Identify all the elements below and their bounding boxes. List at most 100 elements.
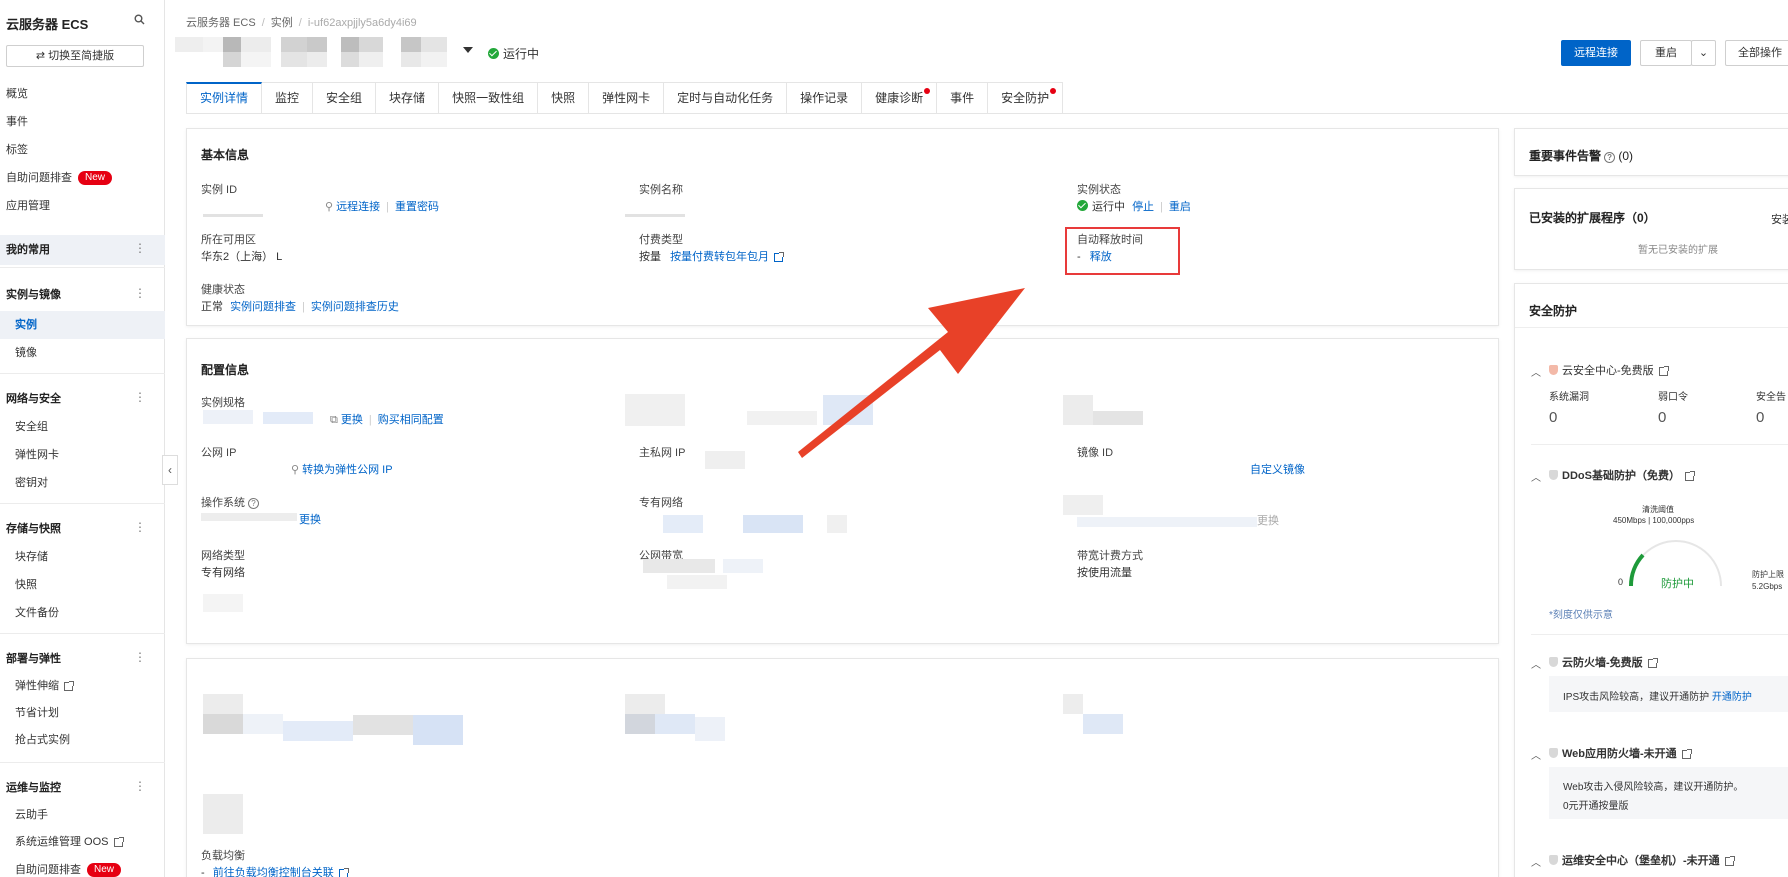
vpc-change-link[interactable]: 更换: [1257, 512, 1279, 528]
sidebar-item-savings-plan[interactable]: 节省计划: [15, 704, 59, 722]
chevron-up-icon[interactable]: ︿: [1531, 364, 1541, 379]
sc-col-weak-pwd: 弱口令: [1658, 392, 1688, 403]
stop-link[interactable]: 停止: [1132, 201, 1154, 213]
sidebar-item-cloud-assistant[interactable]: 云助手: [15, 806, 48, 824]
tab-security-protection[interactable]: 安全防护: [988, 82, 1064, 114]
sidebar-item-events[interactable]: 事件: [6, 113, 28, 131]
waf-message: Web攻击入侵风险较高，建议开通防护。: [1563, 782, 1744, 793]
tab-operation-log[interactable]: 操作记录: [787, 82, 863, 114]
sidebar-item-eni[interactable]: 弹性网卡: [15, 446, 59, 464]
help-icon[interactable]: ?: [1604, 152, 1616, 163]
sidebar: 云服务器 ECS ⇄ 切换至简捷版 概览 事件 标签 自助问题排查 New 应用管…: [0, 0, 165, 877]
search-icon[interactable]: [134, 14, 146, 26]
os-change-link[interactable]: 更换: [299, 514, 321, 526]
tab-snapshot[interactable]: 快照: [538, 82, 590, 114]
more-info-card: 负载均衡 - 前往负载均衡控制台关联: [186, 658, 1499, 877]
breadcrumb-instances[interactable]: 实例: [271, 17, 293, 29]
sidebar-item-image[interactable]: 镜像: [15, 344, 37, 362]
more-icon[interactable]: ⋮: [134, 241, 146, 255]
bastion-title: 运维安全中心（堡垒机）-未开通: [1562, 855, 1720, 867]
collapse-sidebar-button[interactable]: ‹: [162, 455, 178, 485]
sidebar-item-self-troubleshoot-2[interactable]: 自助问题排查 New: [15, 861, 122, 877]
tab-monitor[interactable]: 监控: [262, 82, 314, 114]
more-dropdown-button[interactable]: ⌄: [1691, 40, 1716, 66]
notification-dot: [924, 88, 931, 94]
external-link-icon[interactable]: [1724, 855, 1735, 866]
chevron-up-icon[interactable]: ︿: [1531, 656, 1541, 671]
more-icon[interactable]: ⋮: [134, 650, 146, 664]
tab-eni[interactable]: 弹性网卡: [589, 82, 665, 114]
sidebar-item-block-storage[interactable]: 块存储: [15, 548, 48, 566]
install-extension-link[interactable]: 安装: [1771, 211, 1788, 227]
sidebar-item-instance[interactable]: 实例: [15, 316, 37, 334]
instance-troubleshoot-link[interactable]: 实例问题排查: [230, 301, 296, 313]
health-label: 健康状态: [201, 284, 245, 296]
sidebar-item-keypair[interactable]: 密钥对: [15, 474, 48, 492]
tab-scheduled-tasks[interactable]: 定时与自动化任务: [664, 82, 788, 114]
remote-connect-link[interactable]: 远程连接: [336, 201, 380, 213]
all-operations-button[interactable]: 全部操作: [1725, 40, 1788, 66]
sidebar-my-common[interactable]: 我的常用: [6, 241, 50, 259]
sidebar-group-storage[interactable]: 存储与快照: [6, 520, 61, 538]
tab-snapshot-group[interactable]: 快照一致性组: [439, 82, 539, 114]
chevron-left-icon: ‹: [168, 463, 172, 477]
tab-health-diagnosis[interactable]: 健康诊断: [862, 82, 938, 114]
sidebar-group-instances[interactable]: 实例与镜像: [6, 286, 61, 304]
more-icon[interactable]: ⋮: [134, 520, 146, 534]
reset-password-link[interactable]: 重置密码: [395, 201, 439, 213]
load-balancer-label: 负载均衡: [201, 850, 245, 862]
sidebar-item-self-troubleshoot[interactable]: 自助问题排查 New: [6, 169, 113, 187]
spec-change-link[interactable]: 更换: [341, 414, 363, 426]
sidebar-item-snapshot[interactable]: 快照: [15, 576, 37, 594]
basic-info-title: 基本信息: [201, 148, 250, 162]
sidebar-title: 云服务器 ECS: [6, 17, 89, 32]
enable-waf-link[interactable]: 0元开通按量版: [1563, 797, 1629, 812]
tab-block-storage[interactable]: 块存储: [376, 82, 440, 114]
external-link-icon[interactable]: [1658, 365, 1669, 376]
troubleshoot-history-link[interactable]: 实例问题排查历史: [311, 301, 399, 313]
instance-name-label: 实例名称: [639, 184, 683, 196]
breadcrumb: 云服务器 ECS / 实例 / i-uf62axpjjly5a6dy4i69: [186, 17, 417, 29]
breadcrumb-ecs[interactable]: 云服务器 ECS: [186, 17, 256, 29]
tab-events[interactable]: 事件: [937, 82, 989, 114]
more-icon[interactable]: ⋮: [134, 779, 146, 793]
sidebar-item-tags[interactable]: 标签: [6, 141, 28, 159]
ddos-title: DDoS基础防护（免费）: [1562, 470, 1680, 482]
chevron-up-icon[interactable]: ︿: [1531, 854, 1541, 869]
instance-state-label: 实例状态: [1077, 184, 1121, 196]
sidebar-group-network[interactable]: 网络与安全: [6, 390, 61, 408]
tab-instance-details[interactable]: 实例详情: [186, 82, 263, 114]
sidebar-item-app-management[interactable]: 应用管理: [6, 197, 50, 215]
convert-eip-link[interactable]: 转换为弹性公网 IP: [302, 464, 392, 476]
sidebar-group-deploy[interactable]: 部署与弹性: [6, 650, 61, 668]
sidebar-item-file-backup[interactable]: 文件备份: [15, 604, 59, 622]
sidebar-item-spot[interactable]: 抢占式实例: [15, 731, 70, 749]
restart-link[interactable]: 重启: [1169, 201, 1191, 213]
convert-subscription-link[interactable]: 按量付费转包年包月: [670, 251, 769, 263]
zone-label: 所在可用区: [201, 234, 256, 246]
restart-button[interactable]: 重启: [1640, 40, 1692, 66]
buy-same-config-link[interactable]: 购买相同配置: [378, 414, 444, 426]
copy-icon[interactable]: ⧉: [330, 414, 341, 426]
remote-connect-button[interactable]: 远程连接: [1561, 40, 1631, 66]
zone-value: 华东2（上海） L: [201, 251, 283, 263]
custom-image-link[interactable]: 自定义镜像: [1250, 464, 1305, 476]
sidebar-item-oos[interactable]: 系统运维管理 OOS: [15, 833, 124, 851]
load-balancer-link[interactable]: 前往负载均衡控制台关联: [213, 867, 334, 877]
sidebar-item-autoscaling[interactable]: 弹性伸缩: [15, 677, 74, 695]
more-icon[interactable]: ⋮: [134, 390, 146, 404]
sidebar-group-ops[interactable]: 运维与监控: [6, 779, 61, 797]
chevron-up-icon[interactable]: ︿: [1531, 747, 1541, 762]
enable-firewall-link[interactable]: 开通防护: [1712, 692, 1752, 703]
external-link-icon[interactable]: [1647, 657, 1658, 668]
sidebar-item-security-group[interactable]: 安全组: [15, 418, 48, 436]
help-icon[interactable]: ?: [248, 498, 259, 509]
sidebar-item-overview[interactable]: 概览: [6, 85, 28, 103]
switch-simple-button[interactable]: ⇄ 切换至简捷版: [6, 45, 144, 67]
more-icon[interactable]: ⋮: [134, 286, 146, 300]
external-link-icon[interactable]: [1684, 470, 1695, 481]
external-link-icon[interactable]: [1681, 748, 1692, 759]
caret-down-icon[interactable]: [463, 47, 473, 53]
chevron-up-icon[interactable]: ︿: [1531, 469, 1541, 484]
tab-security-group[interactable]: 安全组: [313, 82, 377, 114]
